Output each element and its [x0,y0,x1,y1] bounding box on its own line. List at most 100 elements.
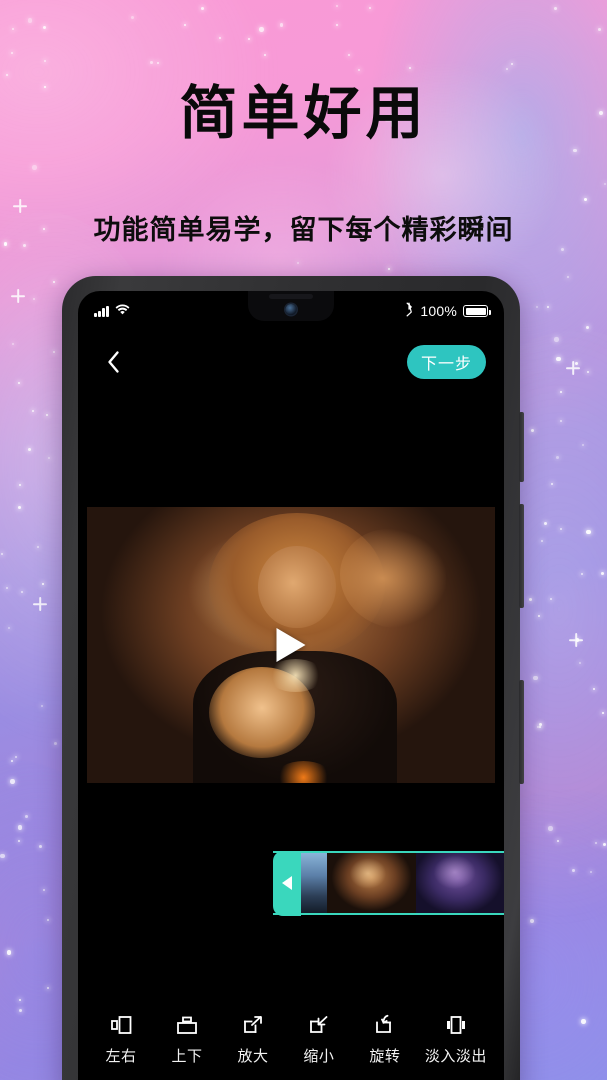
sparkle-dot [41,582,44,585]
sparkle-dot [556,356,561,362]
tool-flip-vertical[interactable]: 上下 [161,1014,213,1066]
status-bar: 100% [78,291,504,331]
editor-top-bar: 下一步 [78,335,504,389]
bluetooth-icon [404,302,414,320]
sparkle-dot [149,60,153,64]
sparkle-dot [297,261,300,264]
video-preview[interactable] [87,507,495,783]
sparkle-dot [408,67,411,69]
rotate-icon [373,1014,397,1036]
editor-toolbar: 左右 上下 放大 缩小 旋转 淡入淡出 [78,996,504,1080]
sparkle-dot [590,870,592,873]
sparkle-dot [581,1019,586,1024]
clip-thumbnail[interactable] [415,853,504,913]
sparkle-dot [0,552,3,555]
sparkle-dot [32,165,37,170]
tool-label: 淡入淡出 [424,1048,487,1065]
sparkle-dot [45,414,48,416]
sparkle-dot [387,267,390,270]
page-subtitle: 功能简单易学，留下每个精彩瞬间 [93,215,514,245]
play-button[interactable] [276,628,306,662]
sparkle-dot [347,53,350,56]
sparkle-dot [247,37,250,40]
clip-thumbnail[interactable] [301,853,327,913]
sparkle-dot [537,614,540,617]
sparkle-dot [41,704,44,707]
tool-rotate[interactable]: 旋转 [359,1014,411,1066]
page-title: 简单好用 [179,81,428,146]
sparkle-dot [44,59,46,62]
tool-label: 左右 [105,1048,137,1065]
sparkle-dot [548,826,553,831]
phone-side-button [519,412,524,482]
sparkle-dot [18,1008,22,1012]
battery-full-icon [463,305,491,317]
sparkle-dot [17,839,20,842]
sparkle-star-icon [569,633,583,647]
tool-label: 上下 [171,1048,203,1065]
tool-label: 缩小 [303,1048,335,1065]
sparkle-dot [5,586,8,589]
sparkle-dot [540,539,543,542]
sparkle-dot [10,779,15,784]
phone-mockup: 100% 下一步 左右 上下 放大 缩小 旋转 淡入淡出 [62,276,524,1080]
sparkle-dot [581,572,584,575]
next-step-button[interactable]: 下一步 [406,345,486,379]
sparkle-dot [336,24,339,27]
sparkle-dot [10,760,13,763]
sparkle-dot [555,455,559,459]
phone-screen: 100% 下一步 左右 上下 放大 缩小 旋转 淡入淡出 [78,291,504,1080]
wifi-icon [115,303,130,319]
sparkle-star-icon [566,361,580,375]
sparkle-dot [560,419,562,422]
sparkle-dot [31,409,34,412]
sparkle-star-icon [11,289,25,303]
tool-fade-in-out[interactable]: 淡入淡出 [425,1014,487,1066]
sparkle-dot [259,27,264,32]
sparkle-dot [530,428,534,432]
sparkle-dot [10,52,13,54]
sparkle-dot [156,61,159,64]
sparkle-star-icon [33,597,47,611]
phone-power-button [519,680,524,784]
battery-percent-label: 100% [420,303,457,319]
sparkle-dot [368,6,371,9]
sparkle-dot [357,68,360,71]
preview-lens-flare [266,658,324,692]
timeline-left-handle[interactable] [273,850,301,916]
preview-subject-face [258,545,336,629]
sparkle-dot [28,447,32,451]
sparkle-dot [543,521,547,525]
sparkle-dot [6,950,12,955]
sparkle-dot [571,869,575,873]
sparkle-dot [336,4,339,7]
sparkle-dot [604,182,607,185]
tool-label: 放大 [237,1048,269,1065]
back-button[interactable] [96,345,130,379]
triangle-left-handle-icon [282,876,292,890]
sparkle-dot [581,444,584,447]
clip-thumbnail[interactable] [327,853,416,913]
sparkle-dot [7,626,10,629]
flip-vertical-icon [175,1014,199,1036]
sparkle-dot [12,342,15,345]
signal-bars-icon [94,305,109,317]
tool-label: 旋转 [369,1048,401,1065]
sparkle-dot [546,306,549,308]
phone-volume-button [519,504,524,608]
zoom-in-expand-icon [241,1014,265,1036]
tool-flip-horizontal[interactable]: 左右 [95,1014,147,1066]
zoom-out-shrink-icon [307,1014,331,1036]
sparkle-dot [280,23,284,27]
flip-horizontal-icon [109,1014,133,1036]
sparkle-dot [47,456,50,459]
fade-in-out-icon [444,1014,468,1036]
sparkle-dot [14,755,17,758]
sparkle-dot [510,62,513,65]
sparkle-dot [27,18,33,23]
sparkle-dot [586,529,591,535]
tool-zoom-in[interactable]: 放大 [227,1014,279,1066]
clip-timeline[interactable] [273,850,504,916]
sparkle-dot [592,687,595,690]
tool-zoom-out[interactable]: 缩小 [293,1014,345,1066]
